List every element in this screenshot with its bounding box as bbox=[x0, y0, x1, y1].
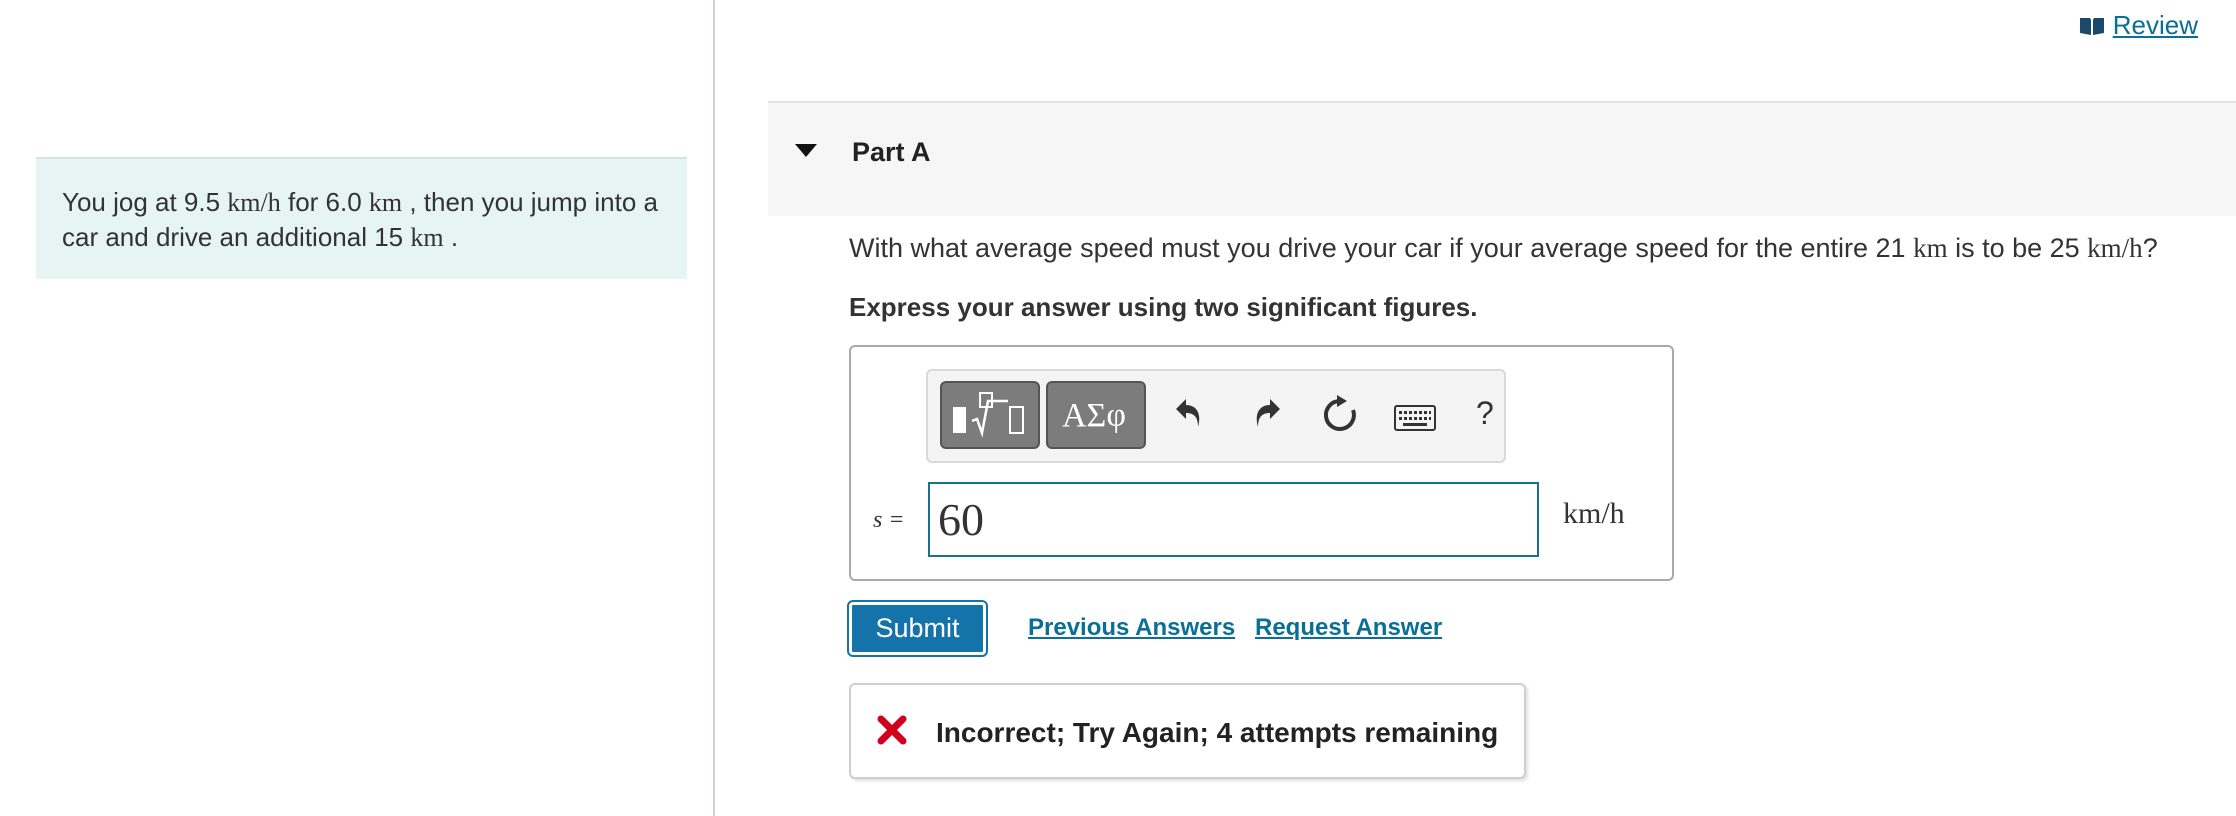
instruction-text: Express your answer using two significan… bbox=[849, 292, 1478, 322]
templates-icon bbox=[953, 392, 1024, 438]
reset-icon[interactable] bbox=[1320, 393, 1360, 435]
problem-unit: km bbox=[368, 188, 403, 217]
pane-divider bbox=[713, 0, 715, 816]
help-icon[interactable]: ? bbox=[1476, 395, 1494, 432]
problem-unit: km bbox=[410, 223, 444, 252]
redo-icon[interactable] bbox=[1248, 393, 1282, 433]
book-icon bbox=[2079, 17, 2104, 35]
submit-button[interactable]: Submit bbox=[847, 600, 988, 657]
math-toolbar: ΑΣφ ? bbox=[926, 369, 1506, 463]
request-answer-link[interactable]: Request Answer bbox=[1255, 614, 1442, 642]
problem-unit: km/h bbox=[227, 188, 281, 217]
problem-text: You jog at 9.5 bbox=[62, 187, 228, 217]
question-segment: is to be 25 bbox=[1947, 233, 2088, 263]
caret-down-icon[interactable] bbox=[795, 144, 817, 157]
greek-symbols-icon: ΑΣφ bbox=[1062, 397, 1126, 434]
problem-text: . bbox=[443, 222, 459, 252]
problem-text: for 6.0 bbox=[280, 187, 369, 217]
undo-icon[interactable] bbox=[1174, 393, 1208, 433]
greek-symbols-button[interactable]: ΑΣφ bbox=[1046, 381, 1146, 449]
question-unit: km bbox=[1913, 233, 1948, 263]
left-pane: You jog at 9.5 km/h for 6.0 km , then yo… bbox=[0, 0, 713, 816]
templates-button[interactable] bbox=[940, 381, 1040, 449]
question-unit: km/h bbox=[2087, 233, 2143, 263]
part-title: Part A bbox=[852, 137, 931, 167]
answer-input[interactable] bbox=[928, 482, 1539, 557]
previous-answers-link[interactable]: Previous Answers bbox=[1028, 614, 1235, 642]
part-header[interactable]: Part A bbox=[768, 101, 2236, 216]
feedback-box: Incorrect; Try Again; 4 attempts remaini… bbox=[849, 683, 1526, 779]
question-segment: ? bbox=[2142, 233, 2158, 263]
problem-statement: You jog at 9.5 km/h for 6.0 km , then yo… bbox=[36, 157, 687, 279]
review-label[interactable]: Review bbox=[2113, 10, 2198, 41]
x-icon bbox=[877, 715, 907, 745]
variable-label: s = bbox=[873, 507, 905, 533]
unit-label: km/h bbox=[1563, 497, 1625, 530]
feedback-text: Incorrect; Try Again; 4 attempts remaini… bbox=[936, 717, 1499, 748]
keyboard-icon[interactable] bbox=[1394, 405, 1436, 431]
review-link[interactable]: Review bbox=[2079, 10, 2198, 41]
question-segment: With what average speed must you drive y… bbox=[849, 233, 1914, 263]
question-text: With what average speed must you drive y… bbox=[849, 233, 2158, 264]
answer-panel: ΑΣφ ? s = km/h bbox=[849, 345, 1674, 581]
